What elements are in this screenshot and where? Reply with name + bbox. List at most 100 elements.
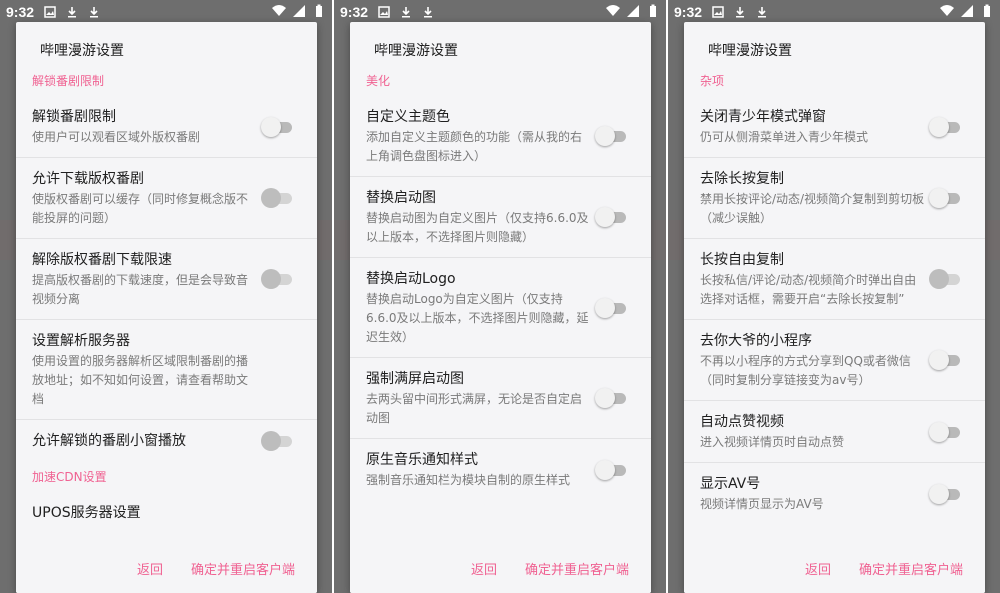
download-notification-icon [756, 6, 768, 18]
toggle-switch [261, 269, 293, 289]
settings-item[interactable]: 关闭青少年模式弹窗仍可从侧滑菜单进入青少年模式 [684, 96, 985, 158]
toggle-switch[interactable] [929, 421, 961, 442]
dialog-actions: 返回 确定并重启客户端 [16, 545, 317, 593]
settings-item-subtitle: 仍可从侧滑菜单进入青少年模式 [700, 130, 869, 144]
settings-item[interactable]: 显示AV号视频详情页显示为AV号 [684, 463, 985, 524]
settings-item[interactable]: 原生音乐通知样式强制音乐通知栏为模块自制的原生样式 [350, 439, 651, 500]
settings-item-title: 强制满屏启动图 [366, 371, 464, 387]
settings-item[interactable]: UPOS服务器设置 [16, 492, 317, 534]
settings-list[interactable]: 杂项关闭青少年模式弹窗仍可从侧滑菜单进入青少年模式去除长按复制 禁用长按评论/动态… [684, 66, 985, 545]
settings-item-subtitle: 使用户可以观看区域外版权番剧 [32, 130, 201, 144]
settings-item-title: 显示AV号 [700, 476, 761, 492]
settings-item-title: 解除版权番剧下载限速 [32, 252, 172, 268]
download-notification-icon [734, 6, 746, 18]
section-header: 杂项 [700, 74, 725, 88]
settings-item-subtitle: 不再以小程序的方式分享到QQ或者微信（同时复制分享链接变为av号） [700, 354, 911, 387]
download-notification-icon [66, 6, 78, 18]
toggle-switch[interactable] [595, 297, 627, 318]
toggle-switch[interactable] [595, 126, 627, 146]
settings-item-subtitle: 强制音乐通知栏为模块自制的原生样式 [366, 473, 571, 487]
settings-item-title: 关闭青少年模式弹窗 [700, 109, 826, 125]
toggle-switch[interactable] [595, 459, 627, 480]
confirm-restart-button[interactable]: 确定并重启客户端 [525, 559, 629, 578]
toggle-switch[interactable] [929, 350, 961, 370]
settings-item-subtitle: 替换启动图为自定义图片（仅支持6.6.0及以上版本，不选择图片则隐藏） [366, 211, 589, 244]
settings-item[interactable]: 替换启动Logo 替换启动Logo为自定义图片（仅支持6.6.0及以上版本，不选择… [350, 258, 651, 358]
settings-item-title: 解锁番剧限制 [32, 109, 116, 125]
toggle-thumb [929, 269, 949, 289]
toggle-thumb [929, 116, 949, 137]
toggle-thumb [595, 126, 615, 146]
signal-icon [960, 4, 974, 18]
settings-list[interactable]: 解锁番剧限制 解锁番剧限制使用户可以观看区域外版权番剧 允许下载版权番剧使版权番剧可… [16, 66, 317, 545]
settings-item[interactable]: 解除版权番剧下载限速 提高版权番剧的下载速度，但是会导致音视频分离 [16, 239, 317, 320]
settings-item[interactable]: 长按自由复制 长按私信/评论/动态/视频简介时弹出自由选择对话框，需要开启“去除长… [684, 239, 985, 320]
back-button[interactable]: 返回 [137, 559, 163, 578]
dialog-title: 哔哩漫游设置 [40, 43, 124, 59]
dialog-title: 哔哩漫游设置 [374, 43, 458, 59]
settings-dialog: 哔哩漫游设置美化自定义主题色添加自定义主题颜色的功能（需从我的右上角调色盘图标进… [350, 22, 651, 593]
battery-icon [312, 4, 326, 18]
status-time: 9:32 [674, 4, 703, 20]
settings-item-subtitle: 进入视频详情页时自动点赞 [700, 435, 845, 449]
settings-item-subtitle: 去两头留中间形式满屏，无论是否自定启动图 [366, 392, 583, 425]
back-button[interactable]: 返回 [471, 559, 497, 578]
settings-item[interactable]: 强制满屏启动图去两头留中间形式满屏，无论是否自定启动图 [350, 358, 651, 439]
settings-item-title: 允许下载版权番剧 [32, 171, 144, 187]
settings-item[interactable]: 替换启动图替换启动图为自定义图片（仅支持6.6.0及以上版本，不选择图片则隐藏） [350, 177, 651, 258]
signal-icon [626, 4, 640, 18]
settings-item-subtitle: 使用设置的服务器解析区域限制番剧的播放地址；如不知如何设置，请查看帮助文档 [32, 354, 249, 406]
settings-item-subtitle: 使版权番剧可以缓存（同时修复概念版不能投屏的问题） [32, 192, 249, 225]
phone-screen: 9:32 哔哩漫游设置 解锁番剧限制 解锁番剧限制 使用户可以观看区域外版权番剧 允许下载… [0, 0, 332, 593]
toggle-thumb [929, 483, 949, 504]
image-notification-icon [44, 6, 56, 18]
settings-item-subtitle: 替换启动Logo为自定义图片（仅支持6.6.0及以上版本，不选择图片则隐藏，延迟… [366, 292, 589, 344]
settings-item[interactable]: 设置解析服务器使用设置的服务器解析区域限制番剧的播放地址；如不知如何设置，请查看… [16, 320, 317, 420]
settings-item-subtitle: 添加自定义主题颜色的功能（需从我的右上角调色盘图标进入） [366, 130, 583, 163]
settings-item-subtitle: 视频详情页显示为AV号 [700, 497, 824, 511]
status-bar: 9:32 [0, 0, 332, 24]
toggle-switch [261, 431, 293, 451]
download-notification-icon [88, 6, 100, 18]
image-notification-icon [378, 6, 390, 18]
settings-item-title: 自定义主题色 [366, 109, 450, 125]
toggle-switch[interactable] [261, 116, 293, 137]
settings-item[interactable]: 解锁番剧限制使用户可以观看区域外版权番剧 [16, 96, 317, 158]
toggle-thumb [261, 431, 281, 451]
dialog-title: 哔哩漫游设置 [708, 43, 792, 59]
back-button[interactable]: 返回 [805, 559, 831, 578]
settings-item-subtitle: 禁用长按评论/动态/视频简介复制到剪切板（减少误触） [700, 192, 925, 225]
toggle-thumb [261, 188, 281, 208]
settings-item[interactable]: 自定义主题色添加自定义主题颜色的功能（需从我的右上角调色盘图标进入） [350, 96, 651, 177]
confirm-restart-button[interactable]: 确定并重启客户端 [191, 559, 295, 578]
wifi-icon [606, 4, 620, 18]
settings-item[interactable]: 允许解锁的番剧小窗播放 [16, 420, 317, 462]
status-time: 9:32 [6, 4, 35, 20]
settings-item[interactable]: 去除长按复制 禁用长按评论/动态/视频简介复制到剪切板（减少误触） [684, 158, 985, 239]
settings-item[interactable]: 去你大爷的小程序 不再以小程序的方式分享到QQ或者微信（同时复制分享链接变为av号… [684, 320, 985, 401]
section-header: 美化 [366, 74, 391, 88]
toggle-switch[interactable] [929, 188, 961, 208]
settings-item-title: UPOS服务器设置 [32, 505, 141, 521]
toggle-thumb [929, 188, 949, 208]
image-notification-icon [712, 6, 724, 18]
settings-item[interactable]: 自动点赞视频 进入视频详情页时自动点赞 [684, 401, 985, 463]
settings-dialog: 哔哩漫游设置 解锁番剧限制 解锁番剧限制 使用户可以观看区域外版权番剧 允许下载版权番剧… [16, 22, 317, 593]
phone-screen: 9:32 哔哩漫游设置杂项关闭青少年模式弹窗仍可从侧滑菜单进入青少年模式去除长按复… [668, 0, 1000, 593]
settings-item[interactable]: 允许下载版权番剧使版权番剧可以缓存（同时修复概念版不能投屏的问题） [16, 158, 317, 239]
section-header: 解锁番剧限制 [32, 74, 105, 88]
toggle-switch[interactable] [929, 116, 961, 137]
confirm-restart-button[interactable]: 确定并重启客户端 [859, 559, 963, 578]
phone-screen: 9:32 哔哩漫游设置美化自定义主题色添加自定义主题颜色的功能（需从我的右上角调色… [334, 0, 666, 593]
status-bar: 9:32 [668, 0, 1000, 24]
toggle-switch[interactable] [595, 207, 627, 227]
toggle-switch [929, 269, 961, 289]
toggle-switch[interactable] [929, 483, 961, 504]
status-time: 9:32 [340, 4, 369, 20]
settings-item-title: 设置解析服务器 [32, 333, 130, 349]
settings-item-title: 替换启动图 [366, 190, 436, 206]
settings-list[interactable]: 美化 自定义主题色 添加自定义主题颜色的功能（需从我的右上角调色盘图标进入） 替换启动… [350, 66, 651, 545]
toggle-switch[interactable] [595, 388, 627, 408]
download-notification-icon [400, 6, 412, 18]
settings-item-title: 原生音乐通知样式 [366, 452, 478, 468]
